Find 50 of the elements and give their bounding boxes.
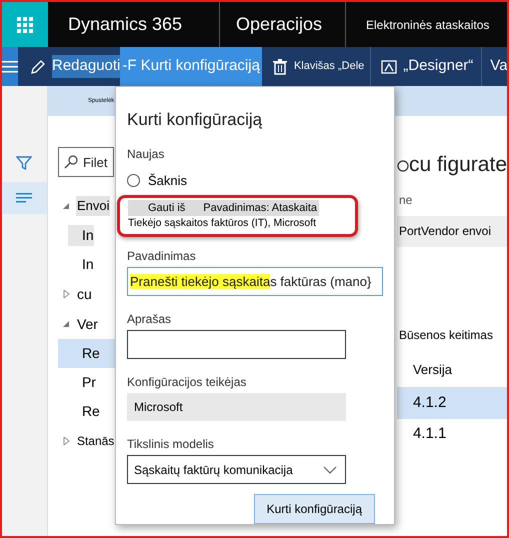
toolbar-button[interactable]: Redaguoti	[18, 47, 120, 86]
expanded-icon[interactable]	[62, 320, 70, 328]
filter-field[interactable]: Filet	[58, 147, 114, 177]
column-header: ne	[398, 192, 414, 208]
tree-item[interactable]: In	[58, 250, 115, 279]
create-button[interactable]: Kurti konfigūraciją	[254, 494, 375, 524]
filter-icon	[16, 155, 32, 171]
radio-button[interactable]	[127, 174, 140, 187]
app-title: Dynamics 365	[68, 13, 182, 36]
radio-label[interactable]: Šaknis	[148, 170, 188, 190]
waffle-icon	[17, 16, 33, 32]
collapsed-icon[interactable]	[62, 437, 70, 445]
panel-title: cu figurate	[408, 152, 507, 178]
dialog-title: Kurti konfigūraciją	[127, 109, 264, 131]
table-row[interactable]: 4.1.2	[396, 388, 507, 419]
toolbar-button[interactable]: Klavišas „Dele	[262, 47, 370, 86]
tree-item[interactable]: Envoi	[76, 196, 110, 216]
field-label: Konfigūracijos teikėjas	[127, 374, 248, 391]
field-label: Naujas	[127, 146, 166, 162]
menu-button[interactable]	[2, 47, 18, 86]
section-title: Būsenos keitimas	[398, 326, 494, 344]
designer-icon	[381, 58, 398, 74]
radio-option[interactable]: Gauti iš Pavadinimas: Ataskaita Tiekėjo sąskaitos faktūros (IT), Microsoft	[117, 194, 358, 237]
tree-item[interactable]: In	[58, 221, 115, 250]
page-title: Elektroninės ataskaitos	[366, 16, 490, 34]
table-row[interactable]: PortVendor envoi	[396, 216, 507, 246]
description-field[interactable]	[127, 330, 346, 359]
option-detail: Tiekėjo sąskaitos faktūros (IT), Microsoft	[128, 216, 318, 231]
module-name: Operacijos	[236, 13, 322, 36]
chevron-down-icon	[323, 466, 337, 474]
app-launcher-button[interactable]	[2, 2, 48, 47]
tree-item[interactable]: Re	[58, 339, 115, 368]
list-button[interactable]	[2, 182, 47, 214]
collapsed-icon[interactable]	[62, 290, 70, 298]
tree-item[interactable]: Re	[58, 397, 115, 426]
option-name: Pavadinimas: Ataskaita	[199, 200, 320, 216]
pencil-icon	[30, 58, 46, 74]
field-label: Pavadinimas	[127, 248, 197, 265]
field-label: Aprašas	[127, 311, 172, 328]
trash-icon	[272, 58, 288, 74]
tree-item[interactable]: cu	[76, 284, 93, 304]
field-label: Tikslinis modelis	[127, 436, 215, 454]
tree-item[interactable]: Pr	[58, 368, 115, 397]
search-icon	[64, 155, 78, 169]
expanded-icon[interactable]	[62, 202, 70, 210]
tree-item[interactable]: Stanās	[76, 432, 116, 450]
tree-item[interactable]: Ver	[76, 314, 99, 334]
model-dropdown[interactable]: Sąskaitų faktūrų komunikacija	[127, 455, 346, 484]
lines-icon	[16, 193, 32, 203]
option-label: Gauti iš	[128, 200, 200, 216]
